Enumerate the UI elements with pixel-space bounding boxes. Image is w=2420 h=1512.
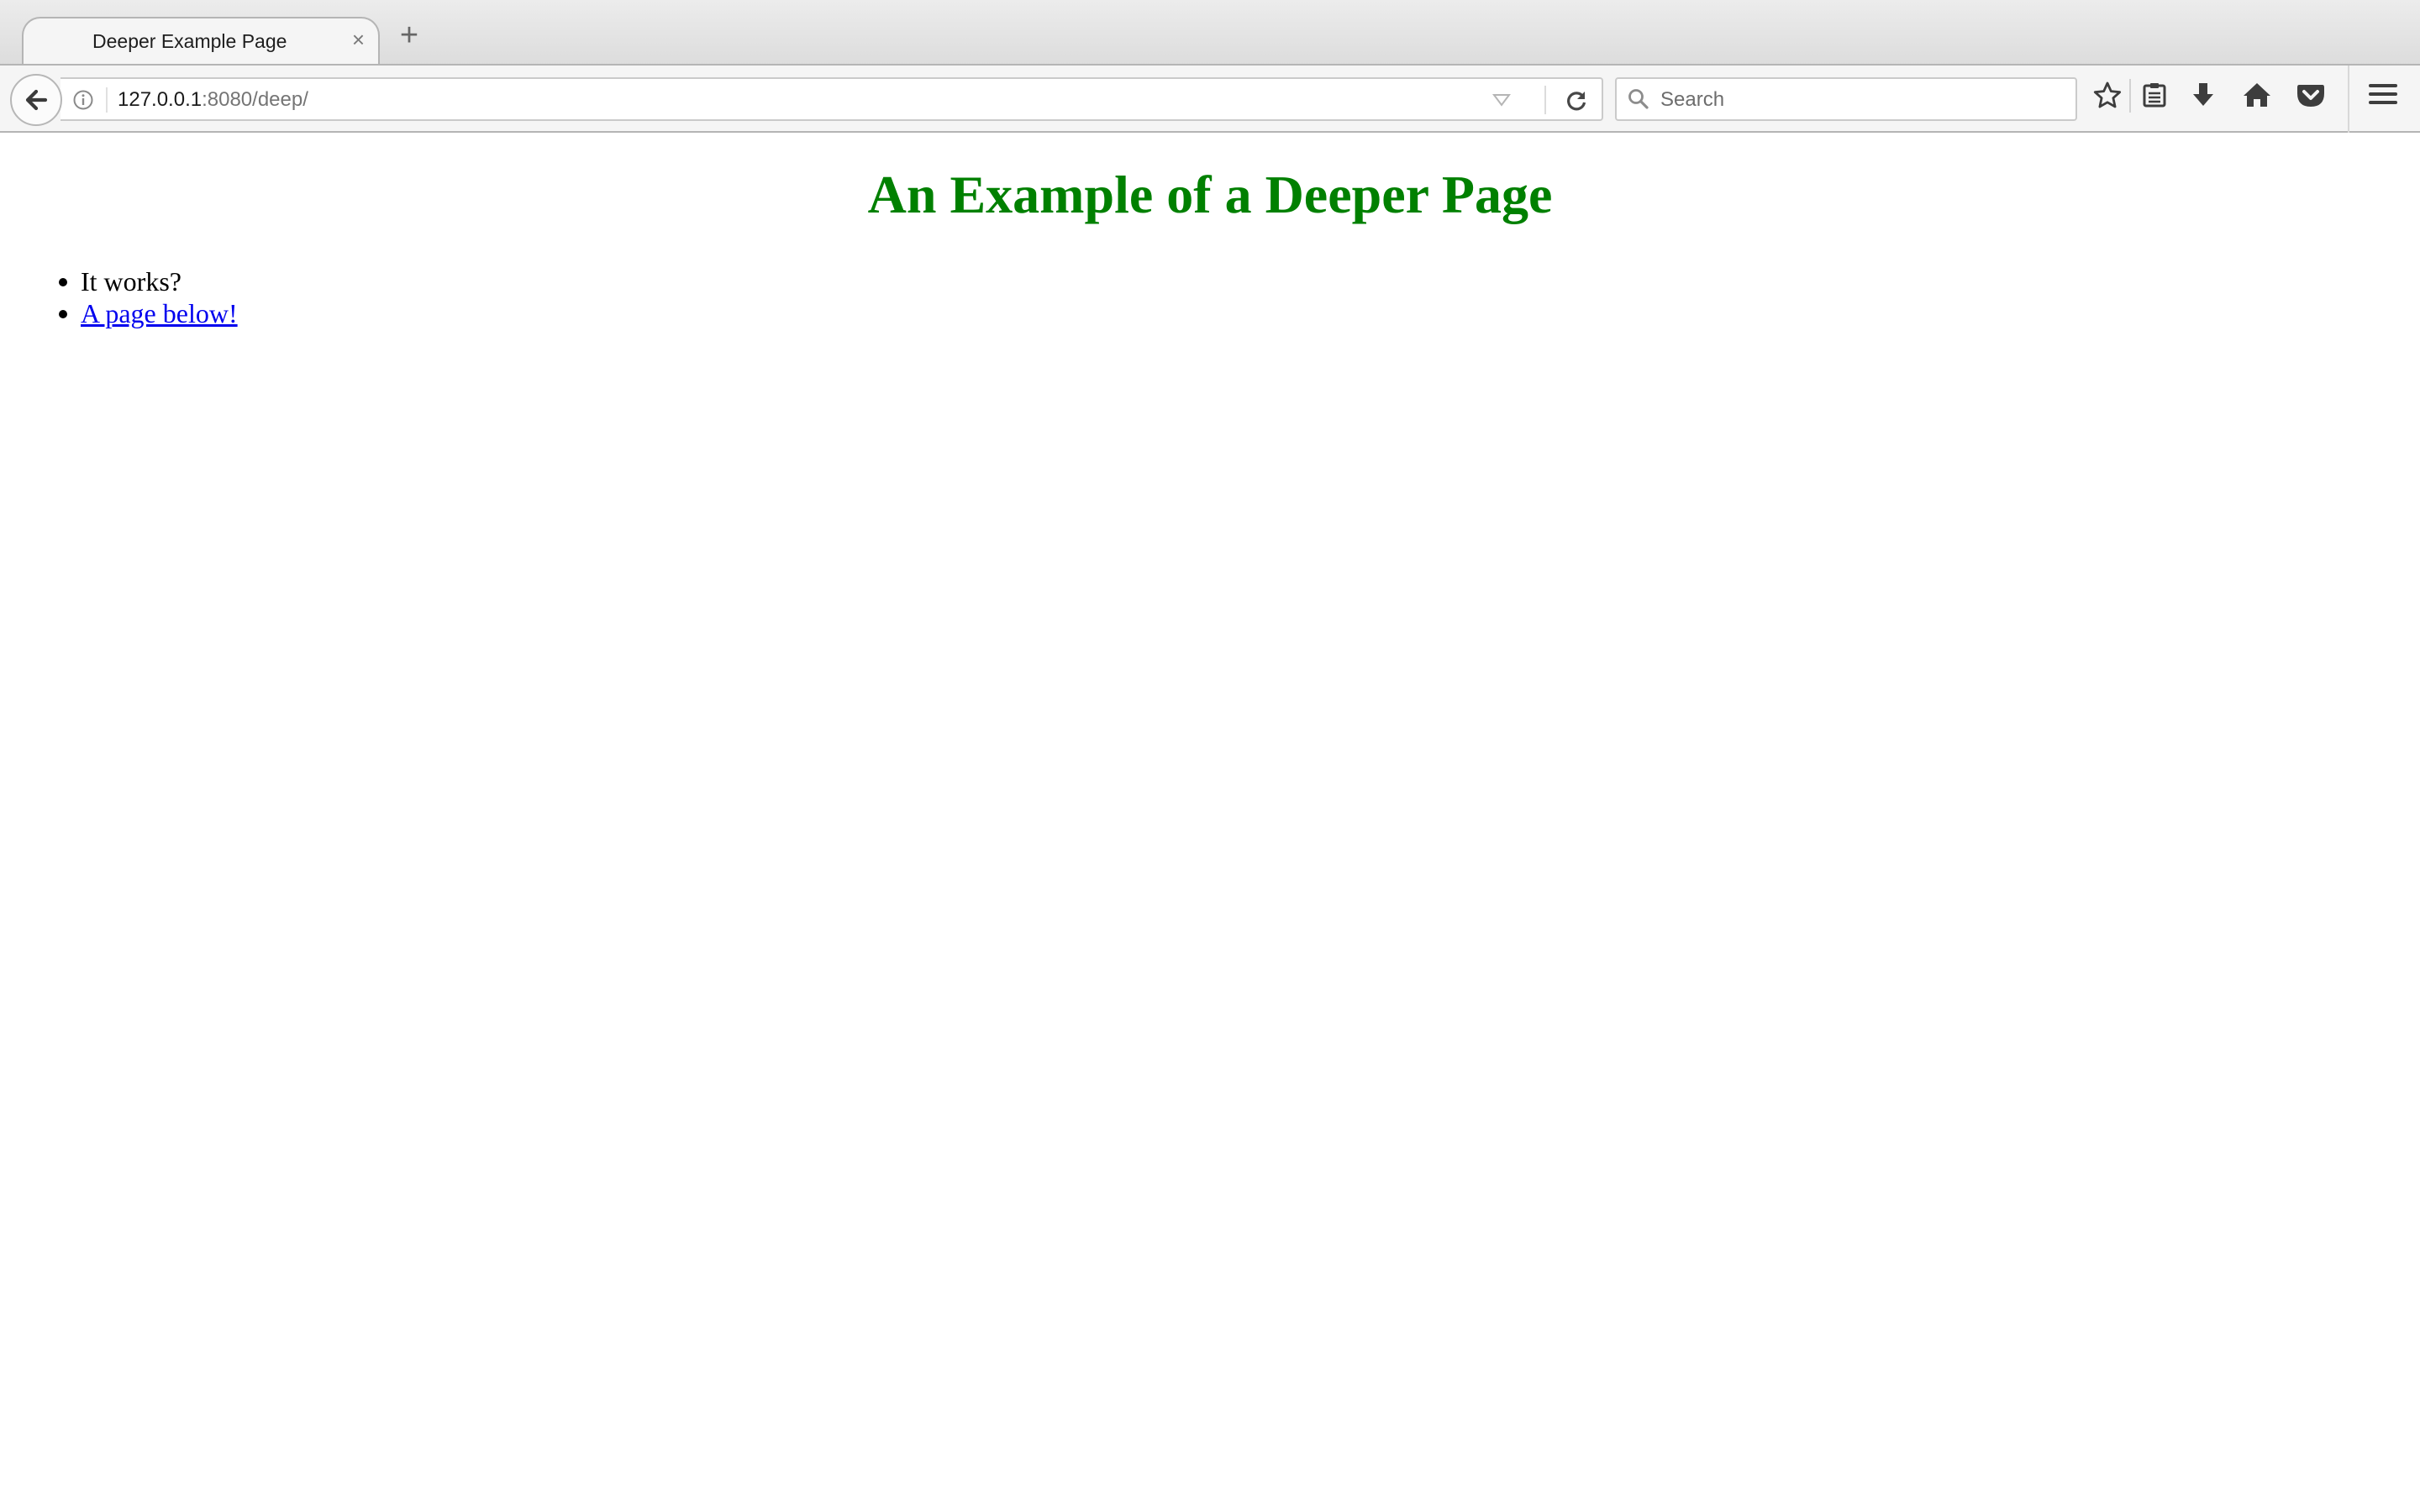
tab-active[interactable]: Deeper Example Page ×: [22, 17, 380, 67]
pocket-icon[interactable]: [2292, 81, 2329, 118]
reading-list-icon[interactable]: [2136, 81, 2173, 118]
page-content: An Example of a Deeper Page It works? A …: [0, 133, 2420, 1512]
list-item-text: It works?: [81, 266, 182, 297]
toolbar-separator: [2129, 79, 2131, 113]
bullet: [59, 278, 67, 286]
tab-title: Deeper Example Page: [92, 30, 287, 52]
search-icon: [1627, 87, 1650, 115]
new-tab-button[interactable]: +: [395, 19, 424, 51]
address-divider: [106, 87, 108, 113]
bookmark-star-icon[interactable]: [2089, 81, 2126, 118]
bullet: [59, 310, 67, 318]
reload-icon[interactable]: [1563, 87, 1590, 114]
download-icon[interactable]: [2185, 81, 2222, 118]
list-item: It works?: [59, 265, 238, 297]
search-bar[interactable]: [1615, 77, 2077, 121]
home-icon[interactable]: [2238, 81, 2275, 118]
address-host: 127.0.0.1: [118, 88, 203, 111]
address-separator: [1544, 86, 1546, 114]
history-dropdown-icon[interactable]: [1492, 92, 1511, 112]
menu-separator: [2348, 66, 2349, 133]
page-below-link[interactable]: A page below!: [81, 298, 238, 328]
list-item: A page below!: [59, 297, 238, 329]
browser-chrome: Deeper Example Page × + 127.0.0.1:8080/d…: [0, 0, 2420, 133]
back-button[interactable]: [10, 74, 62, 126]
hamburger-menu-icon[interactable]: [2365, 81, 2402, 118]
page-heading: An Example of a Deeper Page: [867, 165, 1553, 224]
tab-strip: Deeper Example Page × +: [0, 0, 2420, 67]
address-url[interactable]: 127.0.0.1:8080/deep/: [118, 88, 308, 112]
site-info-icon[interactable]: [72, 89, 94, 115]
item-list: It works? A page below!: [59, 265, 238, 329]
search-input[interactable]: [1659, 82, 2065, 118]
close-tab-icon[interactable]: ×: [352, 29, 365, 50]
back-arrow-icon: [25, 89, 48, 111]
address-bar[interactable]: 127.0.0.1:8080/deep/: [60, 77, 1603, 121]
address-path: :8080/deep/: [202, 88, 308, 111]
navigation-toolbar: 127.0.0.1:8080/deep/: [0, 66, 2420, 133]
